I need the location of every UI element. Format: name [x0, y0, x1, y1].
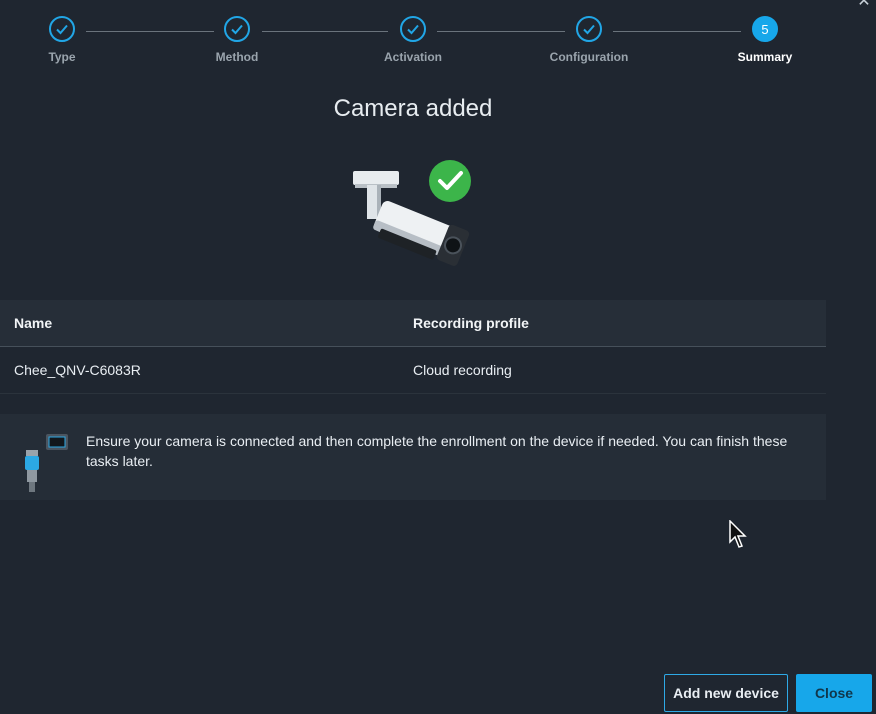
- step-activation[interactable]: Activation: [353, 16, 473, 64]
- column-header-recording-profile: Recording profile: [413, 315, 529, 331]
- column-header-name: Name: [14, 315, 53, 331]
- check-icon: [49, 16, 75, 42]
- step-type[interactable]: Type: [2, 16, 122, 64]
- success-check-icon: [429, 160, 471, 202]
- camera-added-illustration: [345, 155, 475, 270]
- check-icon: [576, 16, 602, 42]
- info-box: Ensure your camera is connected and then…: [0, 414, 826, 500]
- wizard-stepper: Type Method Activation Configuration 5 S…: [0, 0, 876, 80]
- recording-profile-cell: Cloud recording: [413, 362, 512, 378]
- check-icon: [224, 16, 250, 42]
- network-cable-icon: [22, 434, 80, 494]
- mouse-cursor-icon: [729, 519, 749, 550]
- table-header: Name Recording profile: [0, 300, 826, 347]
- add-new-device-button[interactable]: Add new device: [664, 674, 788, 712]
- info-message: Ensure your camera is connected and then…: [86, 433, 788, 469]
- step-label: Configuration: [549, 50, 629, 64]
- step-summary[interactable]: 5 Summary: [705, 16, 825, 64]
- step-label: Type: [48, 50, 76, 64]
- close-button[interactable]: Close: [796, 674, 872, 712]
- table-row: Chee_QNV-C6083R Cloud recording: [0, 347, 826, 394]
- check-icon: [400, 16, 426, 42]
- step-label: Method: [215, 50, 259, 64]
- step-configuration[interactable]: Configuration: [529, 16, 649, 64]
- step-label: Activation: [383, 50, 442, 64]
- step-method[interactable]: Method: [177, 16, 297, 64]
- page-title: Camera added: [333, 95, 493, 122]
- camera-name-cell: Chee_QNV-C6083R: [14, 362, 141, 378]
- camera-summary-table: Name Recording profile Chee_QNV-C6083R C…: [0, 300, 826, 394]
- step-number-badge: 5: [752, 16, 778, 42]
- step-label: Summary: [737, 50, 793, 64]
